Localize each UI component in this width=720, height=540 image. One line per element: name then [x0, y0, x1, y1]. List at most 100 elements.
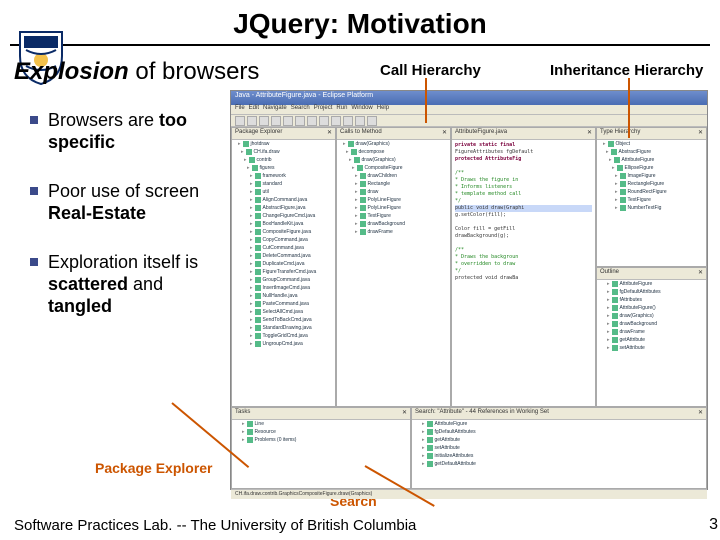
tree-item: contrib	[232, 156, 335, 164]
tree-item: draw(Graphics)	[337, 140, 450, 148]
tree-item: Object	[597, 140, 706, 148]
code-line: * Draws the figure in	[455, 177, 592, 184]
ide-menubar: FileEditNavigateSearchProjectRunWindowHe…	[231, 105, 707, 115]
ide-titlebar: Java - AttributeFigure.java - Eclipse Pl…	[231, 91, 707, 105]
code-line: * Informs listeners	[455, 184, 592, 191]
editor-panel: AttributeFigure.java✕ private static fin…	[451, 127, 596, 407]
tree-item: ToggleGridCmd.java	[232, 332, 335, 340]
code-line	[455, 163, 592, 170]
tree-item: drawFrame	[597, 328, 706, 336]
tree-item: AttributeFigure	[412, 420, 706, 428]
label-inheritance-hierarchy: Inheritance Hierarchy	[550, 62, 703, 79]
tree-item: jhotdraw	[232, 140, 335, 148]
menu-item: Edit	[249, 105, 259, 114]
code-line: * Draws the backgroun	[455, 254, 592, 261]
tree-item: DuplicateCmd.java	[232, 260, 335, 268]
tree-item: ImageFigure	[597, 172, 706, 180]
subtitle-rest: of browsers	[135, 58, 259, 85]
tree-item: AbstractFigure.java	[232, 204, 335, 212]
tree-item: BoxHandleKit.java	[232, 220, 335, 228]
code-line: * overridden to draw	[455, 261, 592, 268]
tree-item: RectangleFigure	[597, 180, 706, 188]
tree-item: TextFigure	[337, 212, 450, 220]
menu-item: Window	[351, 105, 372, 114]
tree-item: fgDefaultAttributes	[597, 288, 706, 296]
footer: Software Practices Lab. -- The Universit…	[14, 517, 416, 534]
menu-item: Run	[336, 105, 347, 114]
code-line: private static final	[455, 142, 592, 149]
tree-item: RoundRectFigure	[597, 188, 706, 196]
tree-item: drawBackground	[597, 320, 706, 328]
label-package-explorer: Package Explorer	[95, 460, 213, 476]
tree-item: NumberTextFig	[597, 204, 706, 212]
ide-statusbar: CH.ifa.draw.contrib.GraphicsCompositeFig…	[231, 489, 707, 499]
code-line: protected void drawBa	[455, 275, 592, 282]
code-line: public void draw(Graphi	[455, 205, 592, 212]
menu-item: Search	[291, 105, 310, 114]
tree-item: SendToBackCmd.java	[232, 316, 335, 324]
code-line	[455, 219, 592, 226]
tree-item: EllipseFigure	[597, 164, 706, 172]
tree-item: PolyLineFigure	[337, 196, 450, 204]
label-call-hierarchy: Call Hierarchy	[380, 62, 481, 79]
tree-item: getDefaultAttribute	[412, 460, 706, 468]
call-hierarchy-panel: Calls to Method✕ draw(Graphics)decompose…	[336, 127, 451, 407]
tree-item: DeleteCommand.java	[232, 252, 335, 260]
pointer-inheritance	[628, 78, 630, 138]
tree-item: GroupCommand.java	[232, 276, 335, 284]
tree-item: Rectangle	[337, 180, 450, 188]
tree-item: setAttribute	[597, 344, 706, 352]
tree-item: framework	[232, 172, 335, 180]
slide-title: JQuery: Motivation	[0, 0, 720, 44]
package-explorer-panel: Package Explorer✕ jhotdrawCH.ifa.drawcon…	[231, 127, 336, 407]
code-line: */	[455, 198, 592, 205]
tree-item: initializeAttributes	[412, 452, 706, 460]
subtitle-emphasis: Explosion	[14, 58, 129, 85]
tree-item: NullHandle.java	[232, 292, 335, 300]
bullet-item: Browsers are too specific	[30, 110, 215, 153]
pointer-call	[425, 78, 427, 123]
bullet-list: Browsers are too specific Poor use of sc…	[30, 110, 215, 345]
menu-item: File	[235, 105, 245, 114]
tree-item: decompose	[337, 148, 450, 156]
tree-item: InsertImageCmd.java	[232, 284, 335, 292]
outline-panel: Outline✕ AttributeFigurefgDefaultAttribu…	[596, 267, 707, 407]
ide-toolbar	[231, 115, 707, 127]
ide-screenshot: Java - AttributeFigure.java - Eclipse Pl…	[230, 90, 708, 490]
tree-item: StandardDrawing.java	[232, 324, 335, 332]
tree-item: AbstractFigure	[597, 148, 706, 156]
tree-item: Problems (0 items)	[232, 436, 410, 444]
tree-item: figures	[232, 164, 335, 172]
tree-item: PasteCommand.java	[232, 300, 335, 308]
tree-item: Resource	[232, 428, 410, 436]
tree-item: setAttribute	[412, 444, 706, 452]
code-line: * template method call	[455, 191, 592, 198]
code-line: g.setColor(fill);	[455, 212, 592, 219]
search-panel: Search: "Attribute" - 44 References in W…	[411, 407, 707, 489]
divider	[10, 44, 710, 46]
tree-item: util	[232, 188, 335, 196]
code-line: /**	[455, 247, 592, 254]
tree-item: draw(Graphics)	[337, 156, 450, 164]
tree-item: Line	[232, 420, 410, 428]
tree-item: fAttributes	[597, 296, 706, 304]
code-line: drawBackground(g);	[455, 233, 592, 240]
bullet-item: Poor use of screen Real-Estate	[30, 181, 215, 224]
tree-item: draw	[337, 188, 450, 196]
tree-item: CompositeFigure	[337, 164, 450, 172]
code-line: /**	[455, 170, 592, 177]
code-line	[455, 240, 592, 247]
menu-item: Help	[377, 105, 389, 114]
bullet-item: Exploration itself is scattered and tang…	[30, 252, 215, 317]
tree-item: draw(Graphics)	[597, 312, 706, 320]
tree-item: AttributeFigure	[597, 156, 706, 164]
tree-item: PolyLineFigure	[337, 204, 450, 212]
tree-item: UngroupCmd.java	[232, 340, 335, 348]
menu-item: Navigate	[263, 105, 287, 114]
tree-item: getAttribute	[597, 336, 706, 344]
tree-item: drawChildren	[337, 172, 450, 180]
tree-item: CompositeFigure.java	[232, 228, 335, 236]
tree-item: standard	[232, 180, 335, 188]
tree-item: AttributeFigure	[597, 280, 706, 288]
page-number: 3	[709, 516, 718, 534]
